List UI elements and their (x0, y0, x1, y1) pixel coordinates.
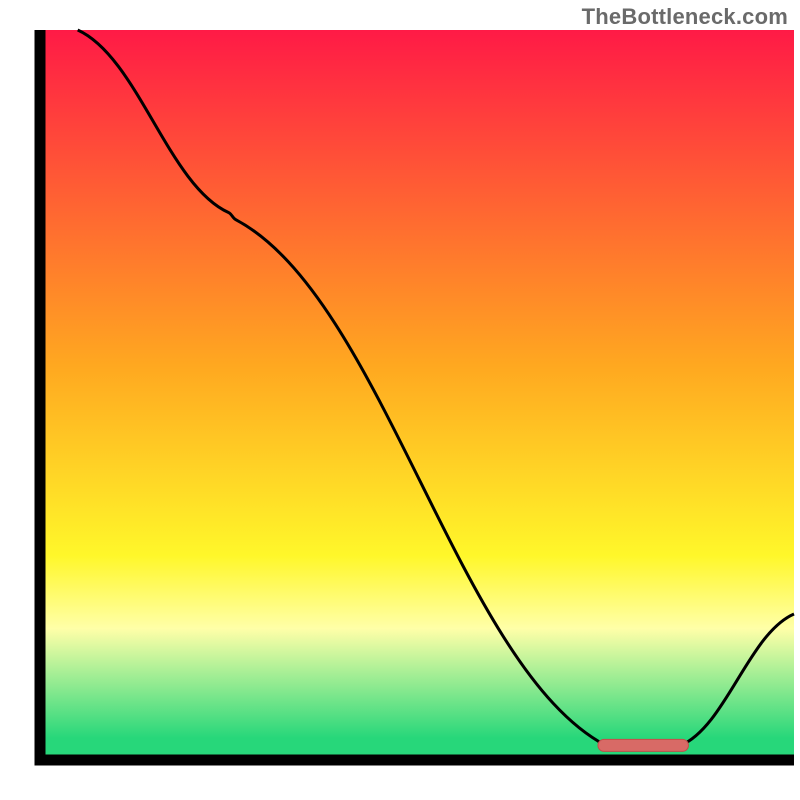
attribution-label: TheBottleneck.com (582, 4, 788, 30)
plot-background (40, 30, 794, 760)
chart-root: TheBottleneck.com (0, 0, 800, 800)
bottleneck-chart (0, 0, 800, 800)
optimum-marker (598, 739, 688, 751)
